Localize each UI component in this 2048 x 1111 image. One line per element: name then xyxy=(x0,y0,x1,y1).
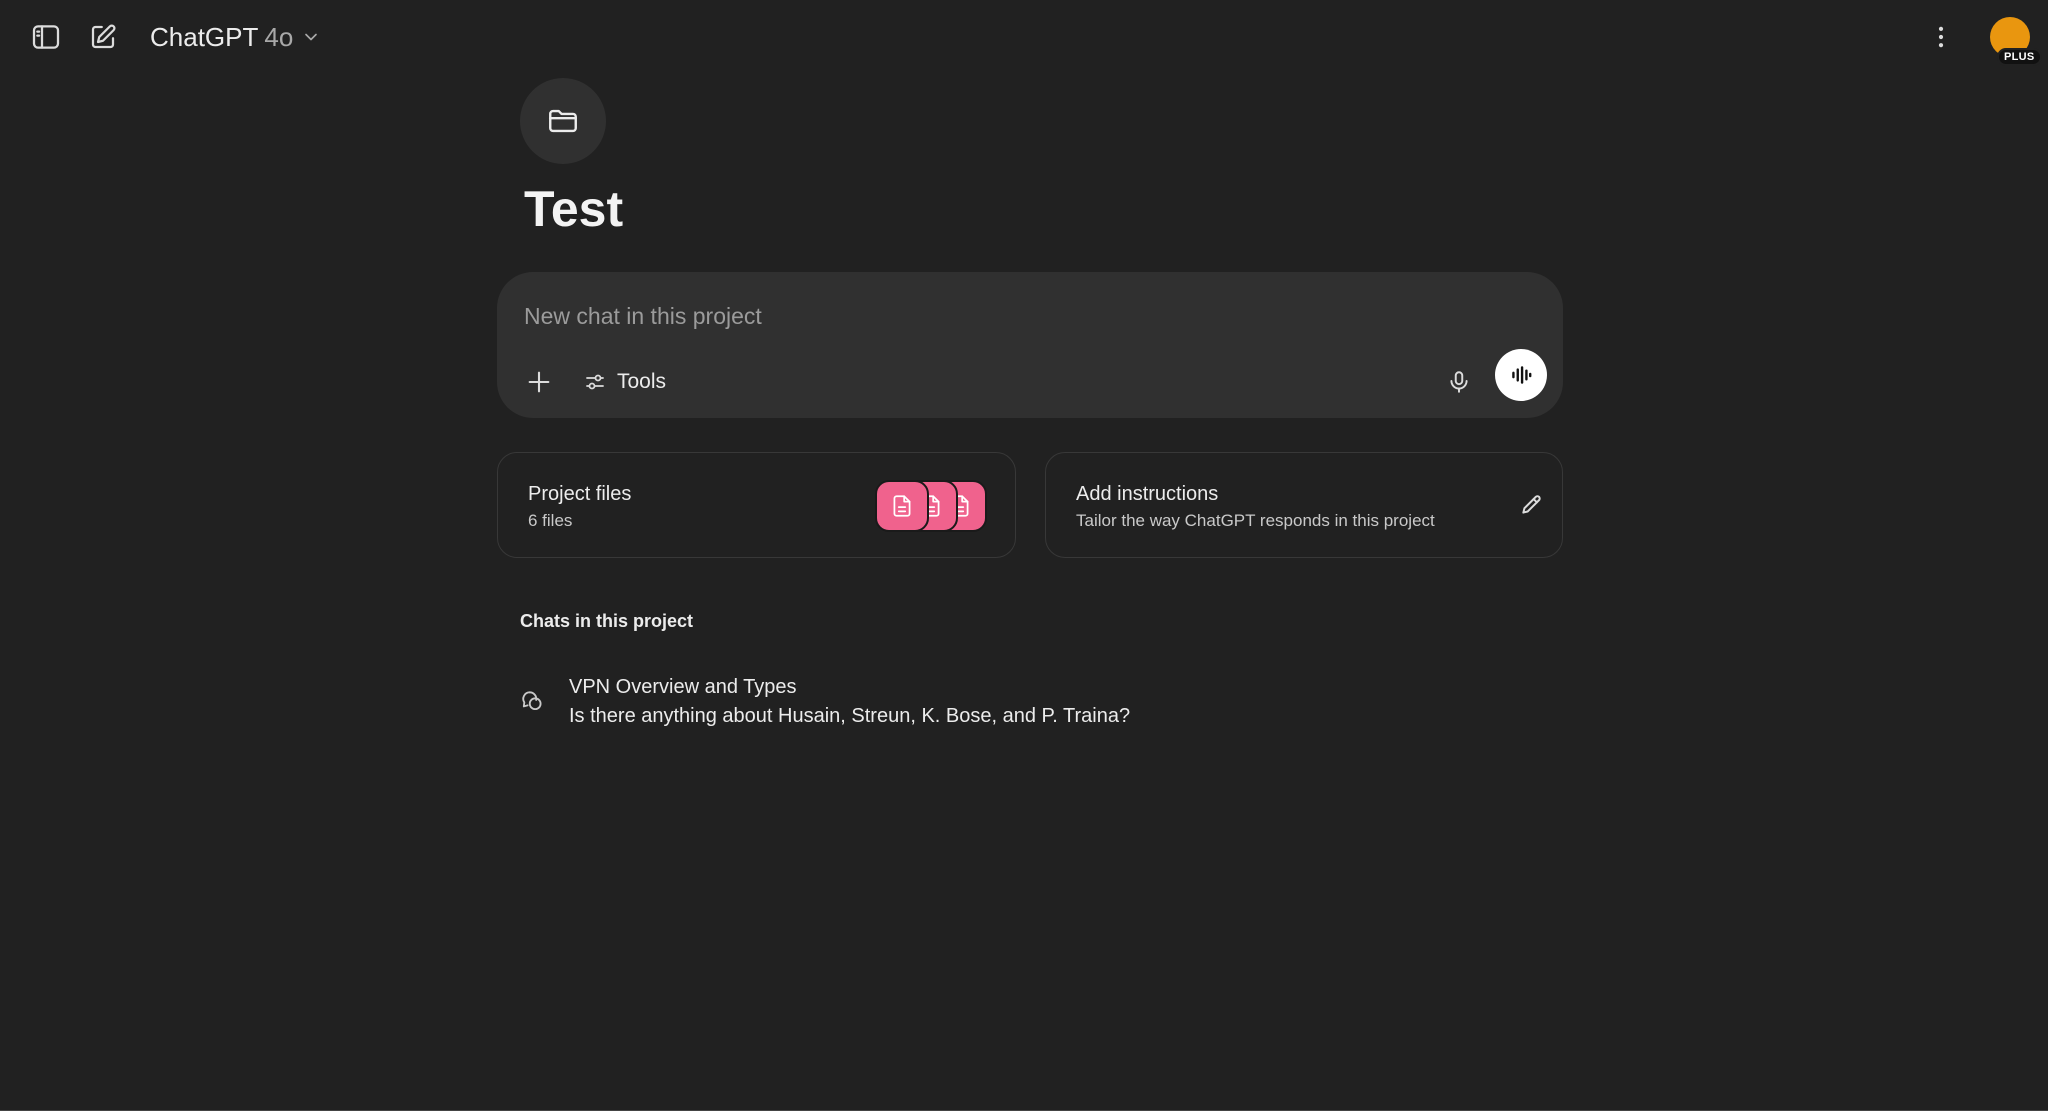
chat-list-item[interactable]: VPN Overview and Types Is there anything… xyxy=(512,664,1562,742)
chat-bubbles-icon xyxy=(522,691,542,711)
chat-title: VPN Overview and Types xyxy=(569,676,797,698)
add-instructions-subtitle: Tailor the way ChatGPT responds in this … xyxy=(1076,511,1435,530)
waveform-icon xyxy=(1512,366,1532,384)
dictate-button[interactable] xyxy=(1435,358,1483,406)
user-menu-button[interactable]: PLUS xyxy=(1988,17,2042,67)
document-icon xyxy=(893,495,911,517)
model-name: ChatGPT xyxy=(150,21,259,52)
model-version: 4o xyxy=(264,21,294,52)
model-switcher[interactable]: ChatGPT 4o xyxy=(140,14,331,60)
project-title[interactable]: Test xyxy=(524,180,623,238)
top-bar: ChatGPT 4o PLUS xyxy=(0,0,2048,74)
edit-instructions-button[interactable] xyxy=(1508,481,1556,529)
project-files-card[interactable]: Project files 6 files xyxy=(497,452,1016,558)
sidebar-toggle-icon xyxy=(32,25,60,49)
project-page: ChatGPT 4o PLUS Test New chat in this pr… xyxy=(0,0,2048,1111)
sliders-icon xyxy=(586,374,604,390)
tools-button[interactable]: Tools xyxy=(573,360,676,404)
new-chat-button[interactable] xyxy=(79,13,127,61)
add-instructions-card[interactable]: Add instructions Tailor the way ChatGPT … xyxy=(1045,452,1563,558)
chat-input[interactable] xyxy=(524,298,1424,334)
plan-badge: PLUS xyxy=(1997,48,2042,66)
project-files-count: 6 files xyxy=(528,511,573,530)
plus-icon xyxy=(528,371,550,393)
tools-label: Tools xyxy=(617,370,667,393)
mic-icon xyxy=(1450,371,1468,393)
chats-section-label: Chats in this project xyxy=(520,611,694,631)
pencil-icon xyxy=(1522,495,1541,514)
compose-icon xyxy=(91,24,116,49)
sidebar-toggle-button[interactable] xyxy=(22,13,70,61)
file-tile xyxy=(875,480,929,532)
voice-mode-button[interactable] xyxy=(1495,349,1547,401)
add-instructions-title: Add instructions xyxy=(1076,483,1219,505)
add-attachment-button[interactable] xyxy=(515,358,563,406)
folder-icon xyxy=(549,109,577,133)
chat-preview: Is there anything about Husain, Streun, … xyxy=(569,705,1131,727)
chat-composer: Tools xyxy=(497,272,1563,418)
more-vertical-icon xyxy=(1938,26,1944,48)
project-icon-button[interactable] xyxy=(520,78,606,164)
file-stack xyxy=(875,480,987,534)
project-files-title: Project files xyxy=(528,483,632,505)
chevron-down-icon xyxy=(305,33,318,41)
more-options-button[interactable] xyxy=(1917,13,1965,61)
